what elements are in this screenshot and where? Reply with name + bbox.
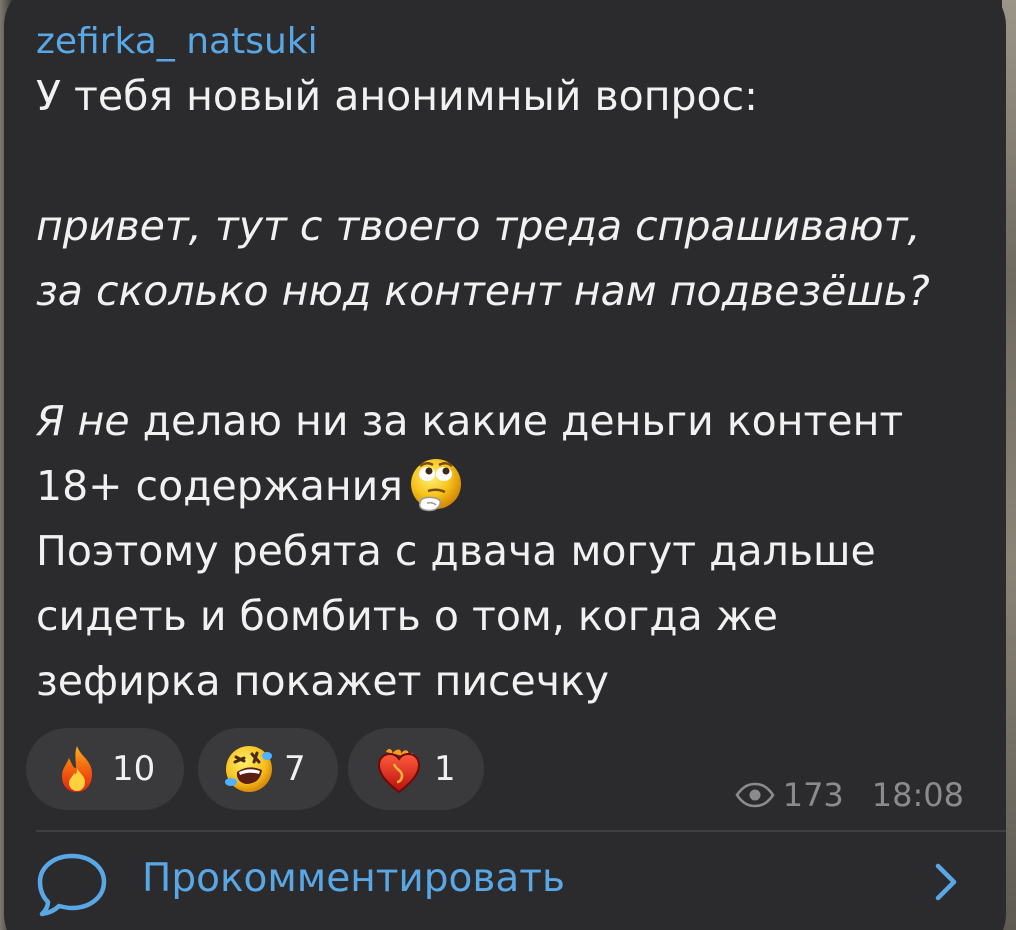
- italic-text: привет, тут с твоего треда спрашивают,: [36, 202, 921, 250]
- timestamp: 18:08: [871, 776, 964, 814]
- message-line: сидеть и бомбить о том, когда же: [36, 592, 778, 640]
- message-line: 18+ содержания: [36, 454, 976, 519]
- message-bubble: zefirka_ natsuki У тебя новый анонимный …: [4, 0, 1006, 930]
- reaction-count: 1: [434, 749, 456, 789]
- comment-label: Прокомментировать: [142, 856, 565, 901]
- reaction-count: 7: [284, 749, 306, 789]
- view-count: 173: [782, 776, 844, 814]
- fire-icon: [62, 746, 92, 792]
- reaction-fire[interactable]: 10: [26, 728, 184, 810]
- message-line: Поэтому ребята с двача могут дальше: [36, 527, 876, 575]
- message-line: за сколько нюд контент нам подвезёшь?: [36, 259, 976, 324]
- chevron-right-icon: [935, 863, 957, 901]
- message-line: У тебя новый анонимный вопрос:: [36, 72, 758, 120]
- author-name[interactable]: zefirka_ natsuki: [36, 24, 318, 60]
- heart-on-fire-icon: [377, 748, 421, 794]
- message-text: У тебя новый анонимный вопрос: привет, т…: [36, 64, 976, 714]
- italic-text: Я не: [36, 397, 130, 445]
- message-fragment: 18+ содержания: [36, 462, 403, 510]
- message-fragment: делаю ни за какие деньги контент: [129, 397, 904, 445]
- rolling-laughing-icon: [225, 746, 272, 792]
- comment-bubble-icon: [37, 853, 107, 917]
- eye-icon: [735, 782, 775, 808]
- reaction-laugh[interactable]: 7: [198, 728, 338, 810]
- reaction-heart-fire[interactable]: 1: [348, 728, 484, 810]
- reaction-count: 10: [112, 749, 156, 789]
- thinking-face-icon: [405, 456, 467, 518]
- message-line: зефирка покажет писечку: [36, 657, 609, 705]
- italic-text: за сколько нюд контент нам подвезёшь?: [36, 267, 930, 315]
- message-meta: 173 18:08: [735, 776, 964, 814]
- comment-button[interactable]: Прокомментировать: [4, 832, 1006, 930]
- message-line: привет, тут с твоего треда спрашивают,: [36, 194, 976, 259]
- message-line: Я не делаю ни за какие деньги контент: [36, 389, 976, 454]
